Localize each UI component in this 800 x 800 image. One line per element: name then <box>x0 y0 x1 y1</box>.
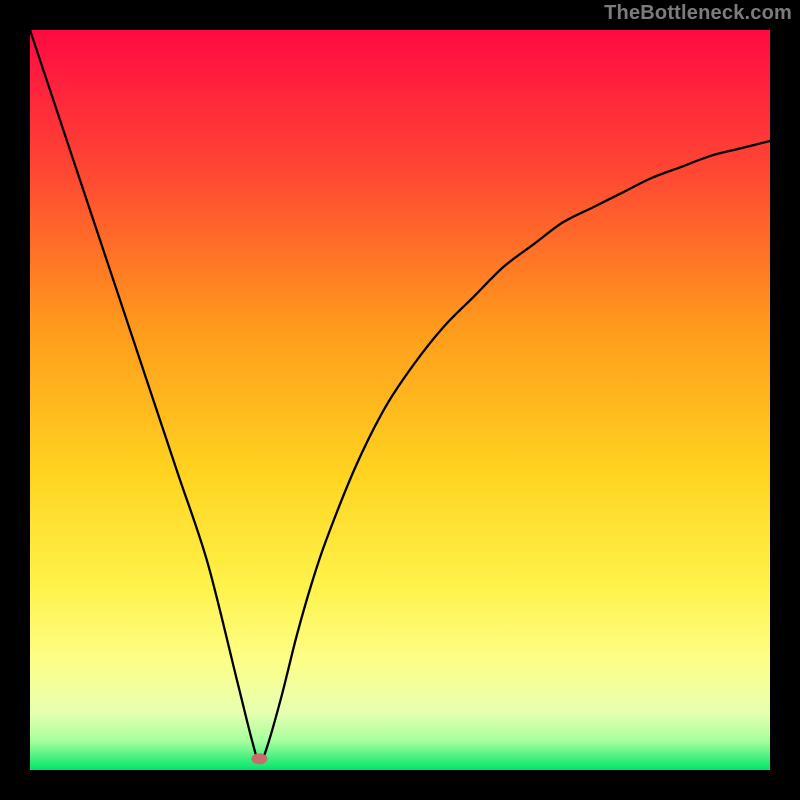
plot-background <box>30 30 770 770</box>
minimum-marker <box>251 753 267 764</box>
chart-root: TheBottleneck.com <box>0 0 800 800</box>
watermark-label: TheBottleneck.com <box>604 2 792 25</box>
bottleneck-chart <box>0 0 800 800</box>
